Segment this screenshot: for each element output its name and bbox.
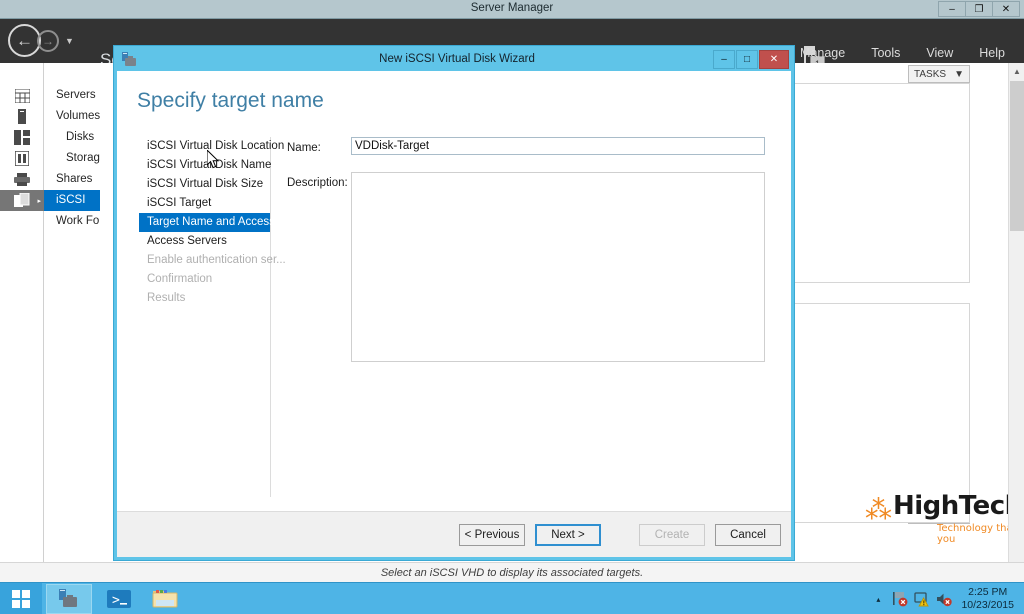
navigation-list: Servers Volumes Disks Storage Shares iSC… [44, 63, 108, 582]
sidebar-item-work-folders[interactable]: Work Fold [44, 211, 108, 232]
dialog-titlebar: New iSCSI Virtual Disk Wizard – □ ✕ [117, 49, 791, 71]
close-button[interactable]: ✕ [992, 1, 1020, 17]
start-button[interactable] [0, 583, 42, 614]
sidebar-item-shares[interactable]: Shares [44, 169, 100, 190]
navigation-controls: ← → ▼ [8, 24, 74, 57]
tasks-button-iscsi-disks[interactable]: TASKS ▼ [908, 65, 970, 83]
sidebar-item-servers[interactable]: Servers [44, 85, 100, 106]
clock-time: 2:25 PM [968, 586, 1008, 598]
svg-text:>: > [112, 593, 120, 608]
taskbar: > ▴ 2:25 PM 10/23/2015 [0, 582, 1024, 614]
wizard-step-iscsi-virtual-disk-location[interactable]: iSCSI Virtual Disk Location [139, 137, 284, 156]
sidebar-item-volumes[interactable]: Volumes [44, 106, 100, 127]
wizard-steps: iSCSI Virtual Disk Location iSCSI Virtua… [139, 137, 286, 497]
icon-rail: ▸ [0, 63, 44, 582]
status-bar: Select an iSCSI VHD to display its assoc… [0, 562, 1024, 582]
menu-manage[interactable]: Manage [787, 46, 858, 60]
screen: Server Manager – ❐ ✕ ← → ▼ Server Manage… [0, 0, 1024, 614]
chevron-down-icon[interactable]: ▼ [65, 36, 74, 46]
dialog-minimize-button[interactable]: – [713, 50, 735, 69]
clock-date: 10/23/2015 [961, 599, 1014, 611]
system-tray: ▴ 2:25 PM 10/23/2015 [867, 583, 1020, 614]
clock[interactable]: 2:25 PM 10/23/2015 [955, 586, 1020, 612]
vertical-scrollbar[interactable]: ▲ ▼ [1008, 63, 1024, 582]
dialog-maximize-button[interactable]: □ [736, 50, 758, 69]
watermark: ⁂ HighTechnology Technology that teach y… [865, 491, 1024, 545]
window-controls: – ❐ ✕ [938, 1, 1020, 17]
file-services-icon[interactable] [0, 148, 44, 169]
description-textarea[interactable] [351, 172, 765, 362]
new-iscsi-virtual-disk-wizard-dialog: New iSCSI Virtual Disk Wizard – □ ✕ Spec… [114, 46, 794, 560]
taskbar-file-explorer[interactable] [142, 584, 188, 614]
dialog-close-button[interactable]: ✕ [759, 50, 789, 69]
wizard-step-enable-authentication: Enable authentication ser... [147, 254, 286, 266]
mouse-cursor [206, 148, 220, 175]
previous-button[interactable]: < Previous [459, 524, 525, 546]
tasks-label: TASKS [914, 68, 947, 80]
page-title: Specify target name [137, 89, 324, 112]
all-servers-icon[interactable] [0, 127, 44, 148]
watermark-swoosh-icon: ⁂ [865, 495, 892, 525]
taskbar-server-manager[interactable] [46, 584, 92, 614]
create-button: Create [639, 524, 705, 546]
chevron-down-icon: ▼ [954, 68, 964, 80]
taskbar-powershell[interactable]: > [96, 584, 142, 614]
dialog-title: New iSCSI Virtual Disk Wizard [379, 53, 535, 65]
wizard-step-target-name-and-access[interactable]: Target Name and Access [139, 213, 275, 232]
scroll-up-button[interactable]: ▲ [1009, 63, 1024, 80]
dialog-buttons: < Previous Next > Create Cancel [459, 524, 781, 546]
menu-view[interactable]: View [913, 46, 966, 60]
wizard-step-access-servers[interactable]: Access Servers [139, 232, 270, 251]
wizard-step-iscsi-virtual-disk-name[interactable]: iSCSI Virtual Disk Name [139, 156, 271, 175]
wizard-step-iscsi-virtual-disk-size[interactable]: iSCSI Virtual Disk Size [139, 175, 270, 194]
dashboard-icon[interactable] [0, 85, 44, 106]
forward-button[interactable]: → [37, 29, 59, 52]
name-label: Name: [287, 142, 321, 154]
volume-icon[interactable] [933, 583, 955, 614]
sidebar-item-storage-services[interactable]: ▸ [0, 190, 44, 211]
sidebar-item-storage[interactable]: Storage [44, 148, 106, 169]
tray-expand-icon[interactable]: ▴ [867, 583, 889, 614]
network-flag-icon[interactable] [889, 583, 911, 614]
wizard-step-confirmation: Confirmation [147, 273, 213, 285]
sidebar-item-disks[interactable]: Disks [44, 127, 100, 148]
header-menubar: Manage Tools View Help [787, 46, 1018, 60]
dialog-controls: – □ ✕ [712, 50, 789, 69]
watermark-title: HighTechnology [893, 491, 1024, 521]
dialog-footer: < Previous Next > Create Cancel [117, 511, 791, 557]
window-title: Server Manager [470, 2, 554, 14]
action-center-icon[interactable] [911, 583, 933, 614]
next-button[interactable]: Next > [535, 524, 601, 546]
chevron-right-icon: ▸ [37, 197, 41, 205]
local-server-icon[interactable] [0, 106, 44, 127]
menu-help[interactable]: Help [966, 46, 1018, 60]
cancel-button[interactable]: Cancel [715, 524, 781, 546]
name-input[interactable] [351, 137, 765, 155]
menu-tools[interactable]: Tools [858, 46, 913, 60]
print-services-icon[interactable] [0, 169, 44, 190]
status-text: Select an iSCSI VHD to display its assoc… [380, 566, 644, 579]
wizard-step-results: Results [147, 292, 186, 304]
window-titlebar: Server Manager – ❐ ✕ [0, 0, 1024, 19]
wizard-step-iscsi-target[interactable]: iSCSI Target [139, 194, 270, 213]
description-label: Description: [287, 177, 348, 189]
restore-button[interactable]: ❐ [965, 1, 993, 17]
sidebar-item-iscsi[interactable]: iSCSI [44, 190, 100, 211]
minimize-button[interactable]: – [938, 1, 966, 17]
scrollbar-thumb[interactable] [1010, 81, 1024, 231]
